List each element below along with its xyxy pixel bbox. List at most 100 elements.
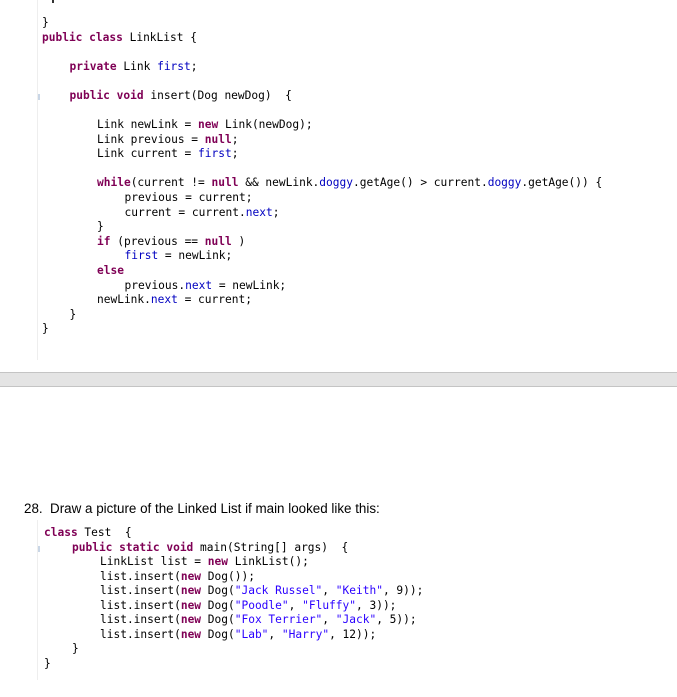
code-line: while(current != null && newLink.doggy.g… [97,175,602,190]
code-line: Link current = first; [97,146,238,161]
field-token: first [124,249,159,262]
string-token: "Jack Russel" [234,584,323,597]
code-token: , [268,628,282,641]
code-line: list.insert(new Dog()); [100,569,255,584]
keyword-token: public [72,541,113,554]
keyword-token: private [69,60,117,73]
code-line: list.insert(new Dog("Lab", "Harry", 12))… [100,627,376,642]
field-token: first [157,60,191,73]
keyword-token: if [97,235,111,248]
code-token: Link [116,60,158,73]
code-line: else [97,263,124,278]
code-line: public static void main(String[] args) { [72,540,348,555]
code-token: && newLink. [238,176,320,189]
page-separator-band [0,372,677,387]
code-token: } [97,220,104,233]
code-token: list.insert( [100,628,181,641]
code-token: } [44,657,51,670]
test-class-code: class Test {public static void main(Stri… [0,520,677,697]
code-token: previous = current; [124,191,253,204]
code-line: previous = current; [125,190,253,205]
code-line: current = current.next; [125,205,280,220]
code-token: newLink. [97,293,151,306]
code-token: , [322,613,336,626]
code-token: current = current. [124,206,246,219]
code-line: newLink.next = current; [97,292,252,307]
code-token: Dog( [201,584,235,597]
code-token: , 9)); [382,584,424,597]
code-token: ; [231,133,239,146]
string-token: "Poodle" [234,599,289,612]
field-token: first [198,147,232,160]
string-token: "Harry" [281,628,330,641]
keyword-token: new [198,118,219,131]
fold-marker-icon [38,546,40,552]
keyword-token: class [44,526,78,539]
field-token: next [185,279,213,292]
keyword-token: null [204,235,232,248]
code-token: list.insert( [100,599,181,612]
string-token: "Fox Terrier" [234,613,323,626]
fold-marker-icon [38,94,40,100]
code-line: } [42,15,49,30]
code-line: } [44,656,51,671]
code-token: , 3)); [356,599,397,612]
code-line: public class LinkList { [42,30,197,45]
field-token: next [150,293,178,306]
code-line: private Link first; [70,59,198,74]
code-token: .getAge() > current. [352,176,488,189]
code-token: list.insert( [100,613,181,626]
linklist-class-code: } public class LinkList {private Link fir… [0,0,677,360]
code-token: Dog( [201,613,235,626]
code-token: insert(Dog newDog) { [143,89,292,102]
code-line: } [70,307,77,322]
code-line: Link previous = null; [97,132,238,147]
keyword-token: null [204,133,232,146]
string-token: "Lab" [234,628,269,641]
code-token: list.insert( [100,570,181,583]
code-token: Test { [77,526,132,539]
code-token: = newLink; [212,279,287,292]
code-token: Link(newDog); [218,118,313,131]
keyword-token: new [180,584,202,597]
string-token: "Fluffy" [302,599,356,612]
keyword-token: else [97,264,124,277]
code-token: Link current = [97,147,199,160]
code-line: Link newLink = new Link(newDog); [97,117,313,132]
keyword-token: new [180,599,202,612]
keyword-token: null [211,176,239,189]
code-token: , [288,599,303,612]
keyword-token: public [42,31,83,44]
code-token: LinkList list = [100,555,208,568]
code-line: } [72,641,79,656]
code-token: ) [231,235,246,248]
code-token: } [42,322,49,335]
keyword-token: new [180,570,202,583]
code-token: , 5)); [376,613,417,626]
code-token: ; [190,60,198,73]
question-28-text: 28. Draw a picture of the Linked List if… [24,501,380,516]
field-token: next [245,206,273,219]
code-token: (previous == [110,235,205,248]
code-token: Dog( [201,599,235,612]
code-token: Link newLink = [97,118,199,131]
keyword-token: new [207,555,228,568]
code-line: first = newLink; [125,248,233,263]
code-line: list.insert(new Dog("Fox Terrier", "Jack… [100,612,417,627]
code-line: list.insert(new Dog("Jack Russel", "Keit… [100,583,423,598]
code-line: list.insert(new Dog("Poodle", "Fluffy", … [100,598,396,613]
keyword-token: new [180,628,202,641]
keyword-token: while [97,176,131,189]
keyword-token: class [89,31,123,44]
keyword-token: void [116,89,144,102]
code-token: Dog( [201,628,235,641]
code-line: } [42,321,49,336]
code-line: previous.next = newLink; [125,278,287,293]
code-token: .getAge()) { [521,176,603,189]
keyword-token: new [180,613,202,626]
code-line: class Test { [44,525,132,540]
code-token: = current; [177,293,252,306]
code-line: public void insert(Dog newDog) { [70,88,292,103]
code-token: } [42,16,49,29]
